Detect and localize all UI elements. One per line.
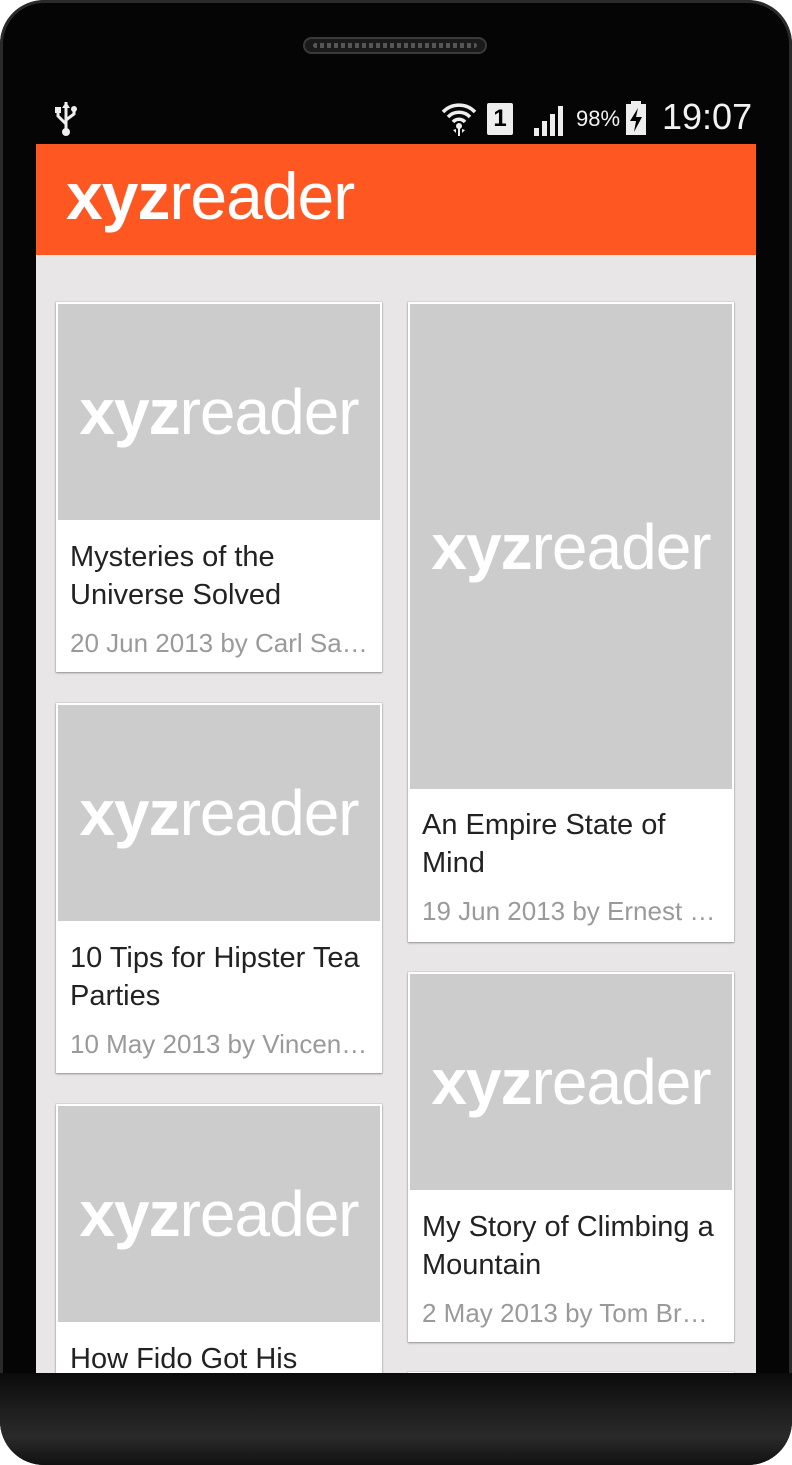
- battery-charging-icon: [626, 101, 646, 135]
- article-byline: 10 May 2013 by Vincent Van Gogh: [70, 1029, 368, 1059]
- sim-icon: 1: [487, 103, 513, 135]
- clock: 19:07: [662, 96, 753, 137]
- article-thumbnail: xyzreader: [58, 1106, 380, 1322]
- article-title: 10 Tips for Hipster Tea Parties: [70, 942, 360, 1012]
- article-card[interactable]: xyzreader An Empire State of Mind 19 Jun…: [408, 302, 734, 942]
- article-byline: 20 Jun 2013 by Carl Sagan: [70, 628, 368, 658]
- article-thumbnail: xyzreader: [58, 705, 380, 921]
- article-byline: 2 May 2013 by Tom Brady: [422, 1298, 720, 1328]
- earpiece-speaker: [303, 37, 487, 54]
- article-thumbnail: xyzreader: [410, 304, 732, 789]
- thumbnail-logo: xyzreader: [431, 510, 711, 583]
- thumbnail-logo: xyzreader: [79, 1178, 359, 1250]
- bottom-bezel: [0, 1373, 792, 1465]
- thumbnail-logo: xyzreader: [79, 777, 359, 849]
- article-thumbnail: xyzreader: [58, 304, 380, 520]
- article-thumbnail: xyzreader: [410, 974, 732, 1190]
- status-bar: 1 98% 19:07: [36, 92, 756, 144]
- sim-slot-label: 1: [493, 105, 507, 132]
- article-title: How Fido Got His: [70, 1343, 298, 1373]
- article-title: Mysteries of the Universe Solved: [70, 541, 282, 611]
- usb-icon: [55, 102, 77, 136]
- signal-icon: [534, 106, 563, 136]
- article-card[interactable]: xyzreader 10 Tips for Hipster Tea Partie…: [56, 703, 382, 1073]
- thumbnail-logo: xyzreader: [431, 1046, 711, 1118]
- thumbnail-logo: xyzreader: [79, 376, 359, 448]
- app-screen: xyzreader xyzreader Mysteries of the Uni…: [36, 144, 756, 1373]
- article-title: My Story of Climbing a Mountain: [422, 1211, 714, 1281]
- article-title: An Empire State of Mind: [422, 809, 666, 879]
- phone-frame: 1 98% 19:07 xyzreader xyzreader Mysterie…: [0, 0, 792, 1465]
- app-logo: xyzreader: [66, 159, 355, 233]
- article-card[interactable]: xyzreader Mysteries of the Universe Solv…: [56, 302, 382, 672]
- wifi-icon: [441, 103, 477, 136]
- app-toolbar: xyzreader: [36, 144, 756, 255]
- article-card[interactable]: xyzreader How Fido Got His: [56, 1104, 382, 1373]
- article-byline: 19 Jun 2013 by Ernest Hemingway: [422, 896, 720, 926]
- battery-percent: 98%: [576, 106, 621, 131]
- article-card[interactable]: xyzreader My Story of Climbing a Mountai…: [408, 972, 734, 1342]
